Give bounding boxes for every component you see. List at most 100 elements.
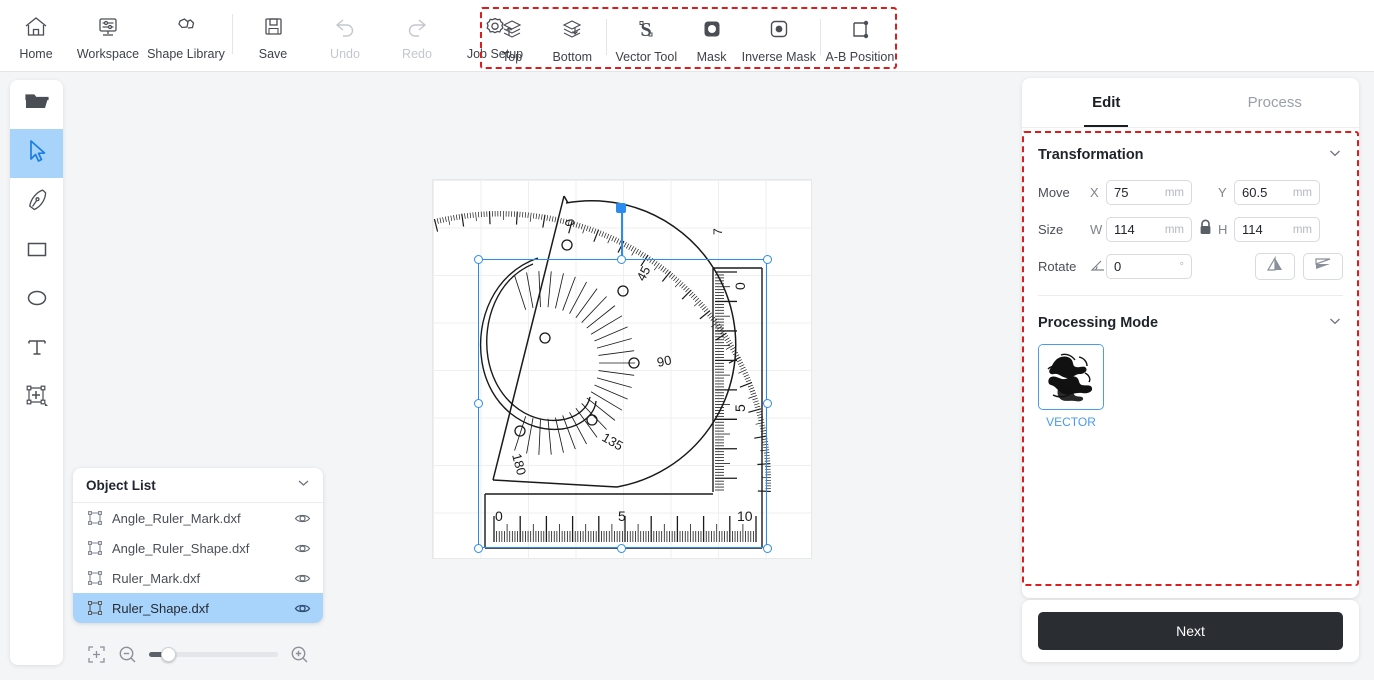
zoom-slider-knob[interactable] [161, 646, 176, 662]
processing-mode-list: VECTOR [1022, 340, 1359, 429]
selection-handle-mid-left[interactable] [473, 399, 483, 408]
tab-process[interactable]: Process [1191, 78, 1360, 127]
chevron-down-icon[interactable] [296, 475, 311, 495]
selection-handle-top-left[interactable] [473, 254, 483, 264]
add-shape-tool[interactable] [10, 374, 63, 423]
move-y-unit: mm [1292, 186, 1312, 199]
redo-icon [404, 13, 430, 41]
object-list-header: Object List [73, 468, 323, 503]
toolbar-undo-button[interactable]: Undo [309, 0, 381, 68]
object-list-row-3[interactable]: Ruler_Shape.dxf [73, 593, 323, 623]
eye-visibility-icon[interactable] [293, 599, 311, 617]
zoom-out-icon[interactable] [118, 645, 137, 664]
cursor-arrow-icon [24, 138, 50, 169]
rotate-value: 0 [1114, 259, 1122, 274]
workspace-icon [95, 13, 121, 41]
rotation-handle-knob[interactable] [616, 203, 626, 213]
rotate-input[interactable]: 0 ° [1106, 254, 1192, 279]
shape-node-icon [86, 569, 104, 587]
selection-handle-bottom-left[interactable] [473, 543, 483, 553]
toolbar-divider-3 [819, 19, 821, 55]
rectangle-icon [24, 236, 50, 267]
processing-mode-title: Processing Mode [1038, 315, 1159, 331]
move-x-axis-label: X [1090, 185, 1099, 200]
move-y-axis-label: Y [1218, 185, 1227, 200]
toolbar-bottom-button[interactable]: Bottom [542, 9, 602, 67]
selection-handle-mid-right[interactable] [762, 399, 772, 408]
toolbar-ab-position-button[interactable]: A-B Position [825, 9, 895, 67]
move-y-value: 60.5 [1242, 185, 1268, 200]
toolbar-inverse-mask-button[interactable]: Inverse Mask [742, 9, 816, 67]
toolbar-home-button[interactable]: Home [0, 0, 72, 68]
toolbar-save-button[interactable]: Save [237, 0, 309, 68]
select-tool[interactable] [10, 129, 63, 178]
object-list-row-1[interactable]: Angle_Ruler_Shape.dxf [73, 533, 323, 563]
size-h-input[interactable]: 114 mm [1234, 217, 1320, 242]
shape-node-icon [86, 539, 104, 557]
object-list-title: Object List [86, 477, 156, 493]
zoom-in-icon[interactable] [290, 645, 309, 664]
panel-divider [1038, 295, 1343, 296]
right-properties-panel: Edit Process Transformation Move X 75 mm… [1022, 78, 1359, 598]
rotate-group: 0 ° [1090, 254, 1192, 279]
chevron-down-icon[interactable] [1327, 313, 1343, 334]
toolbar-shape-library-button[interactable]: Shape Library [144, 0, 228, 68]
size-h-axis-label: H [1218, 222, 1228, 237]
toolbar-top-button[interactable]: Top [482, 9, 542, 67]
object-list-row-0[interactable]: Angle_Ruler_Mark.dxf [73, 503, 323, 533]
move-y-input[interactable]: 60.5 mm [1234, 180, 1320, 205]
flip-vertical-icon [1312, 255, 1334, 278]
size-h-unit: mm [1292, 223, 1312, 236]
move-x-group: X 75 mm [1090, 180, 1192, 205]
next-button[interactable]: Next [1038, 612, 1343, 650]
size-h-value: 114 [1242, 222, 1263, 237]
processing-mode-vector-tile[interactable] [1038, 344, 1104, 410]
fit-to-screen-icon[interactable] [87, 645, 106, 664]
layer-up-icon [499, 16, 525, 44]
eye-visibility-icon[interactable] [293, 539, 311, 557]
rotate-unit: ° [1179, 260, 1184, 273]
toolbar-bottom-label: Bottom [552, 50, 593, 64]
panel-tabs: Edit Process [1022, 78, 1359, 128]
chevron-down-icon[interactable] [1327, 145, 1343, 166]
selection-handle-bottom-right[interactable] [762, 543, 772, 553]
toolbar-divider [232, 14, 233, 54]
vector-preview-thumbnail [1039, 345, 1103, 409]
object-list-row-2[interactable]: Ruler_Mark.dxf [73, 563, 323, 593]
toolbar-vector-tool-button[interactable]: S Vector Tool [611, 9, 681, 67]
rotation-handle-stem [621, 207, 623, 260]
ellipse-tool[interactable] [10, 276, 63, 325]
tab-edit-label: Edit [1092, 94, 1121, 111]
home-icon [23, 13, 49, 41]
layer-down-icon [559, 16, 585, 44]
object-list-row-label: Angle_Ruler_Shape.dxf [112, 540, 250, 556]
rectangle-tool[interactable] [10, 227, 63, 276]
flip-vertical-button[interactable] [1303, 253, 1343, 280]
text-tool[interactable] [10, 325, 63, 374]
selection-handle-top-right[interactable] [762, 254, 772, 264]
selection-handle-bottom-center[interactable] [616, 543, 626, 553]
tab-edit[interactable]: Edit [1022, 78, 1191, 127]
aspect-ratio-lock-button[interactable] [1192, 219, 1218, 241]
toolbar-annotated-group: Top Bottom S Vector Tool Mask Inverse Ma… [480, 7, 897, 69]
zoom-slider[interactable] [149, 646, 278, 662]
selection-handle-top-center[interactable] [616, 254, 626, 264]
toolbar-workspace-button[interactable]: Workspace [72, 0, 144, 68]
lock-closed-icon [1198, 219, 1213, 241]
eye-visibility-icon[interactable] [293, 509, 311, 527]
toolbar-mask-button[interactable]: Mask [681, 9, 741, 67]
transformation-title: Transformation [1038, 147, 1144, 163]
toolbar-redo-button[interactable]: Redo [381, 0, 453, 68]
size-w-input[interactable]: 114 mm [1106, 217, 1192, 242]
move-x-input[interactable]: 75 mm [1106, 180, 1192, 205]
flip-buttons-group [1255, 253, 1343, 280]
eye-visibility-icon[interactable] [293, 569, 311, 587]
move-row: Move X 75 mm Y 60.5 mm [1038, 174, 1343, 211]
flip-horizontal-icon [1264, 255, 1286, 278]
vector-tool-icon: S [633, 16, 659, 44]
undo-icon [332, 13, 358, 41]
pen-tool[interactable] [10, 178, 63, 227]
flip-horizontal-button[interactable] [1255, 253, 1295, 280]
open-file-tool[interactable] [10, 80, 63, 129]
folder-icon [23, 89, 51, 120]
